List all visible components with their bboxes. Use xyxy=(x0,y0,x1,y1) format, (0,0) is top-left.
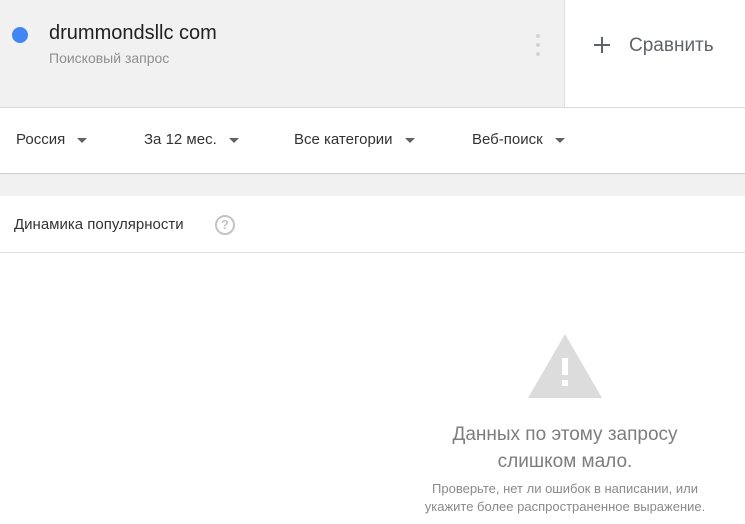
more-vert-icon[interactable] xyxy=(531,34,545,56)
filter-search-type-label: Веб-поиск xyxy=(472,131,543,148)
filter-region[interactable]: Россия xyxy=(16,131,88,148)
interest-over-time-card: Динамика популярности ? Данных по этому … xyxy=(0,196,745,524)
no-data-message-line1: Данных по этому запросу xyxy=(452,424,678,445)
no-data-hint: Проверьте, нет ли ошибок в написании, ил… xyxy=(395,480,735,516)
no-data-hint-line1: Проверьте, нет ли ошибок в написании, ил… xyxy=(432,481,698,496)
card-title: Динамика популярности xyxy=(14,216,184,233)
chevron-down-icon xyxy=(77,137,88,143)
plus-icon xyxy=(593,36,611,54)
search-term-title[interactable]: drummondsllc com xyxy=(49,22,217,45)
filters-bar: Россия За 12 мес. Все категории Веб-поис… xyxy=(0,108,745,174)
filter-time-range[interactable]: За 12 мес. xyxy=(144,131,239,148)
compare-button[interactable]: Сравнить xyxy=(566,0,745,107)
series-color-dot xyxy=(12,27,28,43)
no-data-hint-line2: укажите более распространенное выражение… xyxy=(424,499,706,514)
section-divider xyxy=(0,175,745,196)
search-term-type: Поисковый запрос xyxy=(49,50,170,66)
filter-search-type[interactable]: Веб-поиск xyxy=(472,131,565,148)
filter-category[interactable]: Все категории xyxy=(294,131,415,148)
chevron-down-icon xyxy=(228,137,239,143)
chevron-down-icon xyxy=(404,137,415,143)
warning-triangle-icon xyxy=(528,334,602,398)
query-panel: drummondsllc com Поисковый запрос Сравни… xyxy=(0,0,745,108)
no-data-message: Данных по этому запросу слишком мало. xyxy=(395,421,735,475)
filter-region-label: Россия xyxy=(16,131,66,148)
filter-time-range-label: За 12 мес. xyxy=(144,131,217,148)
no-data-message-line2: слишком мало. xyxy=(497,451,633,472)
search-term-card[interactable]: drummondsllc com Поисковый запрос xyxy=(0,0,565,107)
card-header: Динамика популярности ? xyxy=(0,196,745,253)
help-circle-icon[interactable]: ? xyxy=(215,215,235,235)
compare-label: Сравнить xyxy=(629,35,714,56)
chevron-down-icon xyxy=(554,137,565,143)
filter-category-label: Все категории xyxy=(294,131,393,148)
